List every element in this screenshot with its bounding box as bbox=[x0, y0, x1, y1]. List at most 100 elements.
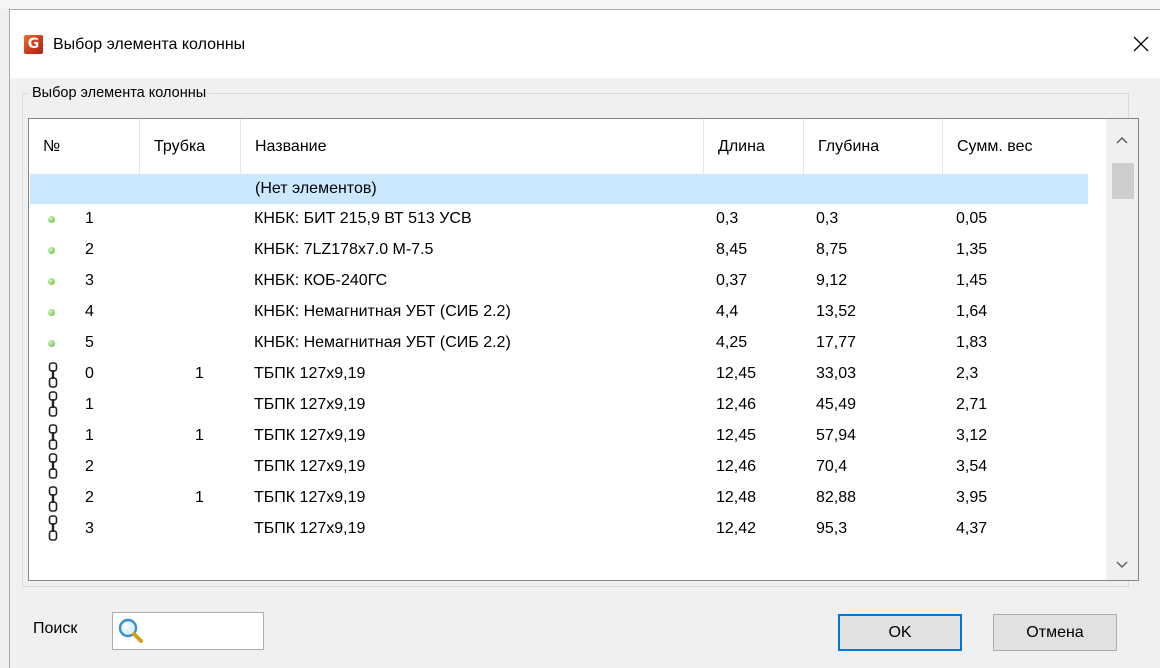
table-row[interactable]: 2 1 ТБПК 127x9,19 12,48 82,88 3,95 bbox=[29, 483, 1089, 513]
chain-link-icon bbox=[48, 453, 58, 479]
table-row[interactable]: 1 КНБК: БИТ 215,9 ВТ 513 УСВ 0,3 0,3 0,05 bbox=[29, 204, 1089, 234]
cell-depth: 95,3 bbox=[816, 520, 848, 537]
chain-link-icon bbox=[48, 515, 58, 541]
scroll-thumb[interactable] bbox=[1112, 163, 1134, 199]
cell-name: ТБПК 127x9,19 bbox=[254, 365, 366, 382]
column-header-pipe[interactable]: Трубка bbox=[140, 119, 241, 174]
cell-length: 4,25 bbox=[716, 334, 748, 351]
table-row[interactable]: 1 1 ТБПК 127x9,19 12,45 57,94 3,12 bbox=[29, 421, 1089, 451]
cell-weight: 2,3 bbox=[956, 365, 979, 382]
cell-depth: 70,4 bbox=[816, 458, 848, 475]
cell-weight: 1,45 bbox=[956, 272, 988, 289]
app-logo-icon: G bbox=[24, 35, 43, 54]
title-bar: G Выбор элемента колонны bbox=[10, 10, 1160, 78]
chain-link-icon bbox=[48, 486, 58, 512]
cell-number: 4 bbox=[85, 303, 94, 320]
status-dot-icon bbox=[48, 278, 55, 285]
cell-weight: 1,83 bbox=[956, 334, 988, 351]
cell-pipe: 1 bbox=[195, 489, 204, 506]
column-header-name[interactable]: Название bbox=[241, 119, 704, 174]
cell-depth: 17,77 bbox=[816, 334, 857, 351]
column-header-weight[interactable]: Сумм. вес bbox=[943, 119, 1089, 174]
cell-weight: 3,12 bbox=[956, 427, 988, 444]
search-field[interactable] bbox=[112, 612, 264, 650]
cell-name: ТБПК 127x9,19 bbox=[254, 489, 366, 506]
cell-number: 1 bbox=[85, 396, 94, 413]
cell-weight: 0,05 bbox=[956, 210, 988, 227]
vertical-scrollbar[interactable] bbox=[1106, 119, 1138, 580]
chain-link-icon bbox=[48, 391, 58, 417]
column-header-length[interactable]: Длина bbox=[704, 119, 804, 174]
cell-name: КНБК: Немагнитная УБТ (СИБ 2.2) bbox=[254, 334, 511, 351]
table-row[interactable]: 3 КНБК: КОБ-240ГС 0,37 9,12 1,45 bbox=[29, 266, 1089, 296]
close-button[interactable] bbox=[1125, 28, 1157, 60]
chain-link-icon bbox=[48, 362, 58, 388]
cell-length: 0,3 bbox=[716, 210, 739, 227]
cell-length: 0,37 bbox=[716, 272, 748, 289]
cell-name: КНБК: 7LZ178x7.0 M-7.5 bbox=[254, 241, 434, 258]
cell-length: 12,45 bbox=[716, 427, 757, 444]
cell-weight: 4,37 bbox=[956, 520, 988, 537]
cancel-button[interactable]: Отмена bbox=[993, 614, 1117, 651]
chevron-up-icon bbox=[1116, 136, 1128, 144]
cell-number: 1 bbox=[85, 210, 94, 227]
cell-depth: 8,75 bbox=[816, 241, 848, 258]
cell-number: 1 bbox=[85, 427, 94, 444]
app-logo-letter: G bbox=[27, 36, 40, 52]
table-row[interactable]: 2 ТБПК 127x9,19 12,46 70,4 3,54 bbox=[29, 452, 1089, 482]
cell-depth: 13,52 bbox=[816, 303, 857, 320]
cell-weight: 3,95 bbox=[956, 489, 988, 506]
cell-name: КНБК: БИТ 215,9 ВТ 513 УСВ bbox=[254, 210, 472, 227]
ok-button[interactable]: OK bbox=[838, 614, 962, 651]
cell-name: (Нет элементов) bbox=[255, 180, 377, 197]
table-row[interactable]: 5 КНБК: Немагнитная УБТ (СИБ 2.2) 4,25 17,7… bbox=[29, 328, 1089, 358]
cell-length: 12,48 bbox=[716, 489, 757, 506]
cell-length: 12,46 bbox=[716, 396, 757, 413]
cell-weight: 1,64 bbox=[956, 303, 988, 320]
background-strip bbox=[0, 0, 1160, 9]
cell-depth: 57,94 bbox=[816, 427, 857, 444]
chain-link-icon bbox=[48, 424, 58, 450]
search-label: Поиск bbox=[33, 620, 78, 637]
scroll-up-button[interactable] bbox=[1106, 125, 1138, 155]
table-row[interactable]: 0 1 ТБПК 127x9,19 12,45 33,03 2,3 bbox=[29, 359, 1089, 389]
cell-number: 2 bbox=[85, 458, 94, 475]
cell-name: ТБПК 127x9,19 bbox=[254, 458, 366, 475]
table-row[interactable]: 4 КНБК: Немагнитная УБТ (СИБ 2.2) 4,4 13,52… bbox=[29, 297, 1089, 327]
cell-name: ТБПК 127x9,19 bbox=[254, 396, 366, 413]
cell-depth: 9,12 bbox=[816, 272, 848, 289]
chevron-down-icon bbox=[1116, 561, 1128, 569]
cell-length: 12,46 bbox=[716, 458, 757, 475]
search-input[interactable] bbox=[149, 617, 261, 647]
cell-weight: 2,71 bbox=[956, 396, 988, 413]
cell-length: 12,45 bbox=[716, 365, 757, 382]
elements-list[interactable]: № Трубка Название Длина Глубина Сумм. ве… bbox=[28, 118, 1139, 581]
table-row[interactable]: 2 КНБК: 7LZ178x7.0 M-7.5 8,45 8,75 1,35 bbox=[29, 235, 1089, 265]
cell-length: 4,4 bbox=[716, 303, 739, 320]
cell-name: КНБК: КОБ-240ГС bbox=[254, 272, 388, 289]
cell-length: 8,45 bbox=[716, 241, 748, 258]
cell-number: 2 bbox=[85, 241, 94, 258]
cell-name: ТБПК 127x9,19 bbox=[254, 427, 366, 444]
status-dot-icon bbox=[48, 309, 55, 316]
scroll-down-button[interactable] bbox=[1106, 550, 1138, 580]
cell-pipe: 1 bbox=[195, 427, 204, 444]
list-header: № Трубка Название Длина Глубина Сумм. ве… bbox=[29, 119, 1097, 174]
column-header-depth[interactable]: Глубина bbox=[804, 119, 943, 174]
table-row[interactable]: 3 ТБПК 127x9,19 12,42 95,3 4,37 bbox=[29, 514, 1089, 544]
status-dot-icon bbox=[48, 216, 55, 223]
table-row-empty[interactable]: (Нет элементов) bbox=[30, 174, 1088, 204]
cell-number: 3 bbox=[85, 272, 94, 289]
cell-number: 0 bbox=[85, 365, 94, 382]
cell-depth: 0,3 bbox=[816, 210, 839, 227]
status-dot-icon bbox=[48, 340, 55, 347]
search-icon bbox=[118, 618, 143, 643]
cell-number: 5 bbox=[85, 334, 94, 351]
cell-number: 3 bbox=[85, 520, 94, 537]
cell-weight: 1,35 bbox=[956, 241, 988, 258]
cell-depth: 82,88 bbox=[816, 489, 857, 506]
cell-weight: 3,54 bbox=[956, 458, 988, 475]
column-header-number[interactable]: № bbox=[29, 119, 140, 174]
table-row[interactable]: 1 ТБПК 127x9,19 12,46 45,49 2,71 bbox=[29, 390, 1089, 420]
groupbox-label: Выбор элемента колонны bbox=[29, 84, 210, 102]
